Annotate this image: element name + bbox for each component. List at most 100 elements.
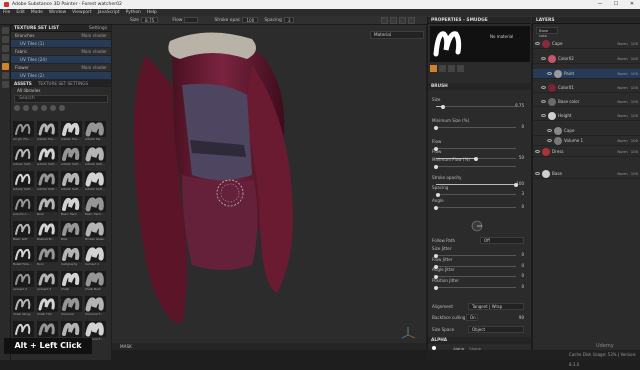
size-space-select[interactable]: Object bbox=[468, 326, 524, 333]
library-selector[interactable]: All libraries bbox=[11, 87, 111, 95]
menu-window[interactable]: Window bbox=[49, 10, 66, 15]
backface-toggle[interactable]: On bbox=[466, 314, 478, 321]
toolbar-flow-field[interactable] bbox=[184, 17, 199, 23]
layer-row[interactable]: Cape Norm 100 bbox=[533, 39, 640, 49]
visibility-eye-icon[interactable] bbox=[541, 57, 546, 60]
asset-thumbnail[interactable]: Artistic Soft... bbox=[61, 146, 82, 168]
layer-blend-mode[interactable]: Norm bbox=[617, 138, 627, 143]
backface-value[interactable]: 90 bbox=[519, 315, 524, 320]
filter-alphas-icon[interactable] bbox=[41, 104, 47, 111]
viewport-mode-select[interactable]: Material bbox=[370, 31, 424, 39]
menu-mode[interactable]: Mode bbox=[31, 10, 43, 15]
layer-row[interactable]: Color02 Norm 100 bbox=[533, 54, 640, 64]
property-value[interactable]: 0 bbox=[521, 284, 524, 289]
menu-edit[interactable]: Edit bbox=[16, 10, 25, 15]
slider-knob[interactable] bbox=[434, 164, 438, 169]
asset-thumbnail[interactable]: Artistic Soft... bbox=[13, 171, 34, 193]
asset-thumbnail[interactable]: Artistic Soft... bbox=[61, 171, 82, 193]
property-slider[interactable] bbox=[434, 205, 516, 210]
filter-brushes-icon[interactable] bbox=[32, 104, 38, 111]
visibility-eye-icon[interactable] bbox=[541, 86, 546, 89]
display-settings-icon[interactable] bbox=[408, 17, 415, 24]
filter-materials-icon[interactable] bbox=[14, 104, 20, 111]
angle-dial[interactable] bbox=[432, 220, 528, 232]
symmetry-icon[interactable] bbox=[381, 17, 388, 24]
3d-viewport[interactable] bbox=[112, 25, 426, 350]
asset-thumbnail[interactable]: Acrylic Fla... bbox=[13, 121, 34, 143]
tab-assets[interactable]: ASSETS bbox=[11, 80, 35, 87]
property-slider[interactable] bbox=[434, 253, 516, 258]
layer-opacity[interactable]: 100 bbox=[631, 138, 638, 143]
asset-thumbnail[interactable]: Bark bbox=[37, 196, 58, 218]
menu-help[interactable]: Help bbox=[147, 10, 157, 15]
toolbar-spacing-field[interactable]: 3 bbox=[283, 17, 295, 23]
asset-thumbnail[interactable]: Artistic Soft... bbox=[85, 146, 106, 168]
visibility-eye-icon[interactable] bbox=[547, 72, 552, 75]
toolbar-stroke-field[interactable]: 100 bbox=[242, 17, 259, 23]
asset-thumbnail[interactable]: Basic Hard... bbox=[85, 196, 106, 218]
layer-blend-mode[interactable]: Norm bbox=[617, 113, 627, 118]
follow-path-toggle[interactable]: Off bbox=[480, 237, 524, 244]
layer-row[interactable]: Height Norm 100 bbox=[533, 111, 640, 121]
visibility-eye-icon[interactable] bbox=[535, 42, 540, 45]
polygon-fill-icon[interactable] bbox=[2, 54, 9, 61]
smudge-tool-icon[interactable] bbox=[2, 63, 9, 70]
asset-thumbnail[interactable]: Chalk bbox=[61, 271, 82, 293]
property-slider[interactable] bbox=[434, 164, 516, 169]
toolbar-size-field[interactable]: 8.75 bbox=[141, 17, 159, 23]
material-tab-icon[interactable] bbox=[439, 65, 446, 72]
asset-thumbnail[interactable]: Cement 2 bbox=[13, 271, 34, 293]
visibility-eye-icon[interactable] bbox=[547, 129, 552, 132]
layer-opacity[interactable]: 100 bbox=[631, 71, 638, 76]
property-slider[interactable] bbox=[434, 285, 516, 290]
layer-opacity[interactable]: 100 bbox=[631, 99, 638, 104]
camera-icon[interactable] bbox=[399, 17, 406, 24]
asset-thumbnail[interactable]: Bullet Hole... bbox=[13, 246, 34, 268]
shader-label[interactable]: Main shader bbox=[81, 65, 107, 70]
asset-thumbnail[interactable]: Cement 1 bbox=[85, 246, 106, 268]
minimize-button[interactable]: — bbox=[592, 0, 608, 9]
layer-blend-mode[interactable]: Norm bbox=[617, 85, 627, 90]
property-slider[interactable] bbox=[434, 274, 516, 279]
slider-knob[interactable] bbox=[436, 192, 441, 197]
asset-thumbnail[interactable]: Blob bbox=[61, 221, 82, 243]
asset-thumbnail[interactable]: Burn bbox=[37, 246, 58, 268]
asset-thumbnail[interactable]: Cement 3 bbox=[37, 271, 58, 293]
asset-thumbnail[interactable]: Artistic Soft... bbox=[85, 171, 106, 193]
asset-thumbnail[interactable]: Artistic Hai... bbox=[61, 121, 82, 143]
layer-row[interactable]: Cape bbox=[533, 126, 640, 136]
uv-tiles-row[interactable]: UV Tiles (24) bbox=[11, 56, 111, 64]
texture-set-row[interactable]: Branches Main shader bbox=[11, 32, 111, 40]
filter-textures-icon[interactable] bbox=[50, 104, 56, 111]
asset-thumbnail[interactable]: Artistic Hai... bbox=[37, 121, 58, 143]
visibility-eye-icon[interactable] bbox=[535, 150, 540, 153]
channel-select[interactable]: Base colo bbox=[536, 27, 558, 38]
asset-thumbnail[interactable]: Broken Glass bbox=[85, 221, 106, 243]
shader-label[interactable]: Main shader bbox=[81, 49, 107, 54]
close-button[interactable]: ✕ bbox=[624, 0, 640, 9]
property-slider[interactable] bbox=[436, 104, 516, 109]
visibility-eye-icon[interactable] bbox=[541, 100, 546, 103]
asset-thumbnail[interactable]: Charcoal F... bbox=[85, 296, 106, 318]
visibility-eye-icon[interactable] bbox=[535, 172, 540, 175]
slider-knob[interactable] bbox=[441, 104, 446, 109]
uv-tiles-row[interactable]: UV Tiles (2) bbox=[11, 72, 111, 80]
alignment-select[interactable]: Tangent | Wrap bbox=[468, 303, 524, 310]
layer-blend-mode[interactable]: Norm bbox=[617, 171, 627, 176]
brush-tab-icon[interactable] bbox=[430, 65, 437, 72]
projection-tool-icon[interactable] bbox=[2, 45, 9, 52]
layer-row[interactable]: Dress Norm 100 bbox=[533, 147, 640, 157]
property-value[interactable]: 8.75 bbox=[515, 103, 524, 108]
alpha-tab-icon[interactable] bbox=[457, 65, 464, 72]
layer-row[interactable]: Volume 1 Norm 100 bbox=[533, 136, 640, 146]
asset-thumbnail[interactable]: Artistic Soft... bbox=[13, 146, 34, 168]
filter-smart-materials-icon[interactable] bbox=[23, 104, 29, 111]
property-value[interactable]: 0 bbox=[521, 204, 524, 209]
property-slider[interactable] bbox=[434, 125, 516, 130]
assets-search-input[interactable]: Search bbox=[14, 95, 108, 103]
visibility-eye-icon[interactable] bbox=[541, 114, 546, 117]
maximize-button[interactable]: ☐ bbox=[608, 0, 624, 9]
menu-javascript[interactable]: JavaScript bbox=[98, 10, 120, 15]
texture-set-row[interactable]: Fabric Main shader bbox=[11, 48, 111, 56]
layer-row[interactable]: Color01 Norm 100 bbox=[533, 83, 640, 93]
